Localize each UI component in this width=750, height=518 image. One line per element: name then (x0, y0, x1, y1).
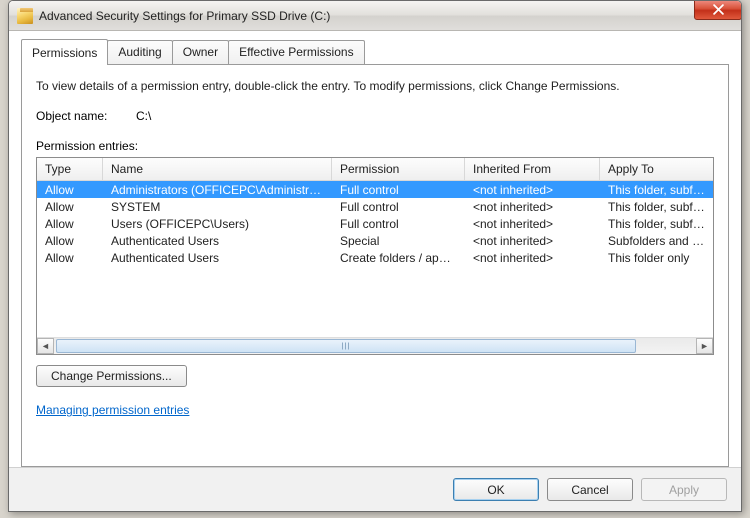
cell-name: Users (OFFICEPC\Users) (103, 217, 332, 231)
horizontal-scrollbar[interactable]: ◄ ► (37, 337, 713, 354)
list-header: Type Name Permission Inherited From Appl… (37, 158, 713, 181)
cell-inh: <not inherited> (465, 234, 600, 248)
cell-inh: <not inherited> (465, 200, 600, 214)
button-label: OK (487, 483, 504, 497)
cell-apply: This folder, subfolde (600, 217, 713, 231)
scroll-thumb[interactable] (56, 339, 636, 353)
tab-effective-permissions[interactable]: Effective Permissions (228, 40, 365, 64)
tab-label: Permissions (32, 46, 97, 60)
window-title: Advanced Security Settings for Primary S… (39, 9, 330, 23)
scroll-track[interactable] (54, 338, 696, 354)
cell-apply: This folder only (600, 251, 713, 265)
close-button[interactable] (694, 0, 742, 20)
col-apply-to[interactable]: Apply To (600, 158, 714, 180)
dialog-footer: OK Cancel Apply (9, 467, 741, 511)
table-row[interactable]: AllowAuthenticated UsersSpecial<not inhe… (37, 232, 713, 249)
button-label: Cancel (571, 483, 608, 497)
list-body: AllowAdministrators (OFFICEPC\Administra… (37, 181, 713, 337)
dialog-window: Advanced Security Settings for Primary S… (8, 0, 742, 512)
cell-inh: <not inherited> (465, 217, 600, 231)
table-row[interactable]: AllowAdministrators (OFFICEPC\Administra… (37, 181, 713, 198)
object-name-label: Object name: (36, 109, 136, 123)
cell-type: Allow (37, 183, 103, 197)
col-type[interactable]: Type (37, 158, 103, 180)
close-icon (713, 4, 724, 15)
table-row[interactable]: AllowAuthenticated UsersCreate folders /… (37, 249, 713, 266)
managing-permission-entries-link[interactable]: Managing permission entries (36, 403, 714, 417)
cell-perm: Full control (332, 200, 465, 214)
scroll-right-button[interactable]: ► (696, 338, 713, 354)
instruction-text: To view details of a permission entry, d… (36, 79, 714, 93)
tab-owner[interactable]: Owner (172, 40, 229, 64)
cell-apply: Subfolders and files (600, 234, 713, 248)
tabpage-permissions: To view details of a permission entry, d… (21, 64, 729, 467)
tab-label: Auditing (118, 45, 161, 59)
cell-name: Authenticated Users (103, 251, 332, 265)
tabstrip: Permissions Auditing Owner Effective Per… (21, 39, 729, 64)
col-inherited-from[interactable]: Inherited From (465, 158, 600, 180)
object-name-value: C:\ (136, 109, 151, 123)
cell-perm: Full control (332, 217, 465, 231)
titlebar[interactable]: Advanced Security Settings for Primary S… (9, 1, 741, 31)
ok-button[interactable]: OK (453, 478, 539, 501)
client-area: Permissions Auditing Owner Effective Per… (9, 31, 741, 511)
cell-apply: This folder, subfolde (600, 183, 713, 197)
cell-type: Allow (37, 200, 103, 214)
cell-type: Allow (37, 251, 103, 265)
tab-label: Owner (183, 45, 218, 59)
col-permission[interactable]: Permission (332, 158, 465, 180)
cell-name: Administrators (OFFICEPC\Administrato... (103, 183, 332, 197)
cell-type: Allow (37, 217, 103, 231)
apply-button: Apply (641, 478, 727, 501)
scroll-left-button[interactable]: ◄ (37, 338, 54, 354)
cell-perm: Special (332, 234, 465, 248)
tab-label: Effective Permissions (239, 45, 354, 59)
cell-name: Authenticated Users (103, 234, 332, 248)
cancel-button[interactable]: Cancel (547, 478, 633, 501)
tab-permissions[interactable]: Permissions (21, 39, 108, 65)
tab-auditing[interactable]: Auditing (107, 40, 172, 64)
folder-icon (17, 8, 33, 24)
cell-name: SYSTEM (103, 200, 332, 214)
button-label: Apply (669, 483, 699, 497)
button-label: Change Permissions... (51, 369, 172, 383)
cell-inh: <not inherited> (465, 183, 600, 197)
table-row[interactable]: AllowUsers (OFFICEPC\Users)Full control<… (37, 215, 713, 232)
object-name-row: Object name: C:\ (36, 109, 714, 123)
permission-entries-list[interactable]: Type Name Permission Inherited From Appl… (36, 157, 714, 355)
cell-inh: <not inherited> (465, 251, 600, 265)
link-label: Managing permission entries (36, 403, 189, 417)
change-permissions-button[interactable]: Change Permissions... (36, 365, 187, 387)
cell-apply: This folder, subfolde (600, 200, 713, 214)
cell-perm: Create folders / appe... (332, 251, 465, 265)
change-permissions-row: Change Permissions... (36, 365, 714, 387)
permission-entries-label: Permission entries: (36, 139, 714, 153)
table-row[interactable]: AllowSYSTEMFull control<not inherited>Th… (37, 198, 713, 215)
col-name[interactable]: Name (103, 158, 332, 180)
cell-perm: Full control (332, 183, 465, 197)
cell-type: Allow (37, 234, 103, 248)
